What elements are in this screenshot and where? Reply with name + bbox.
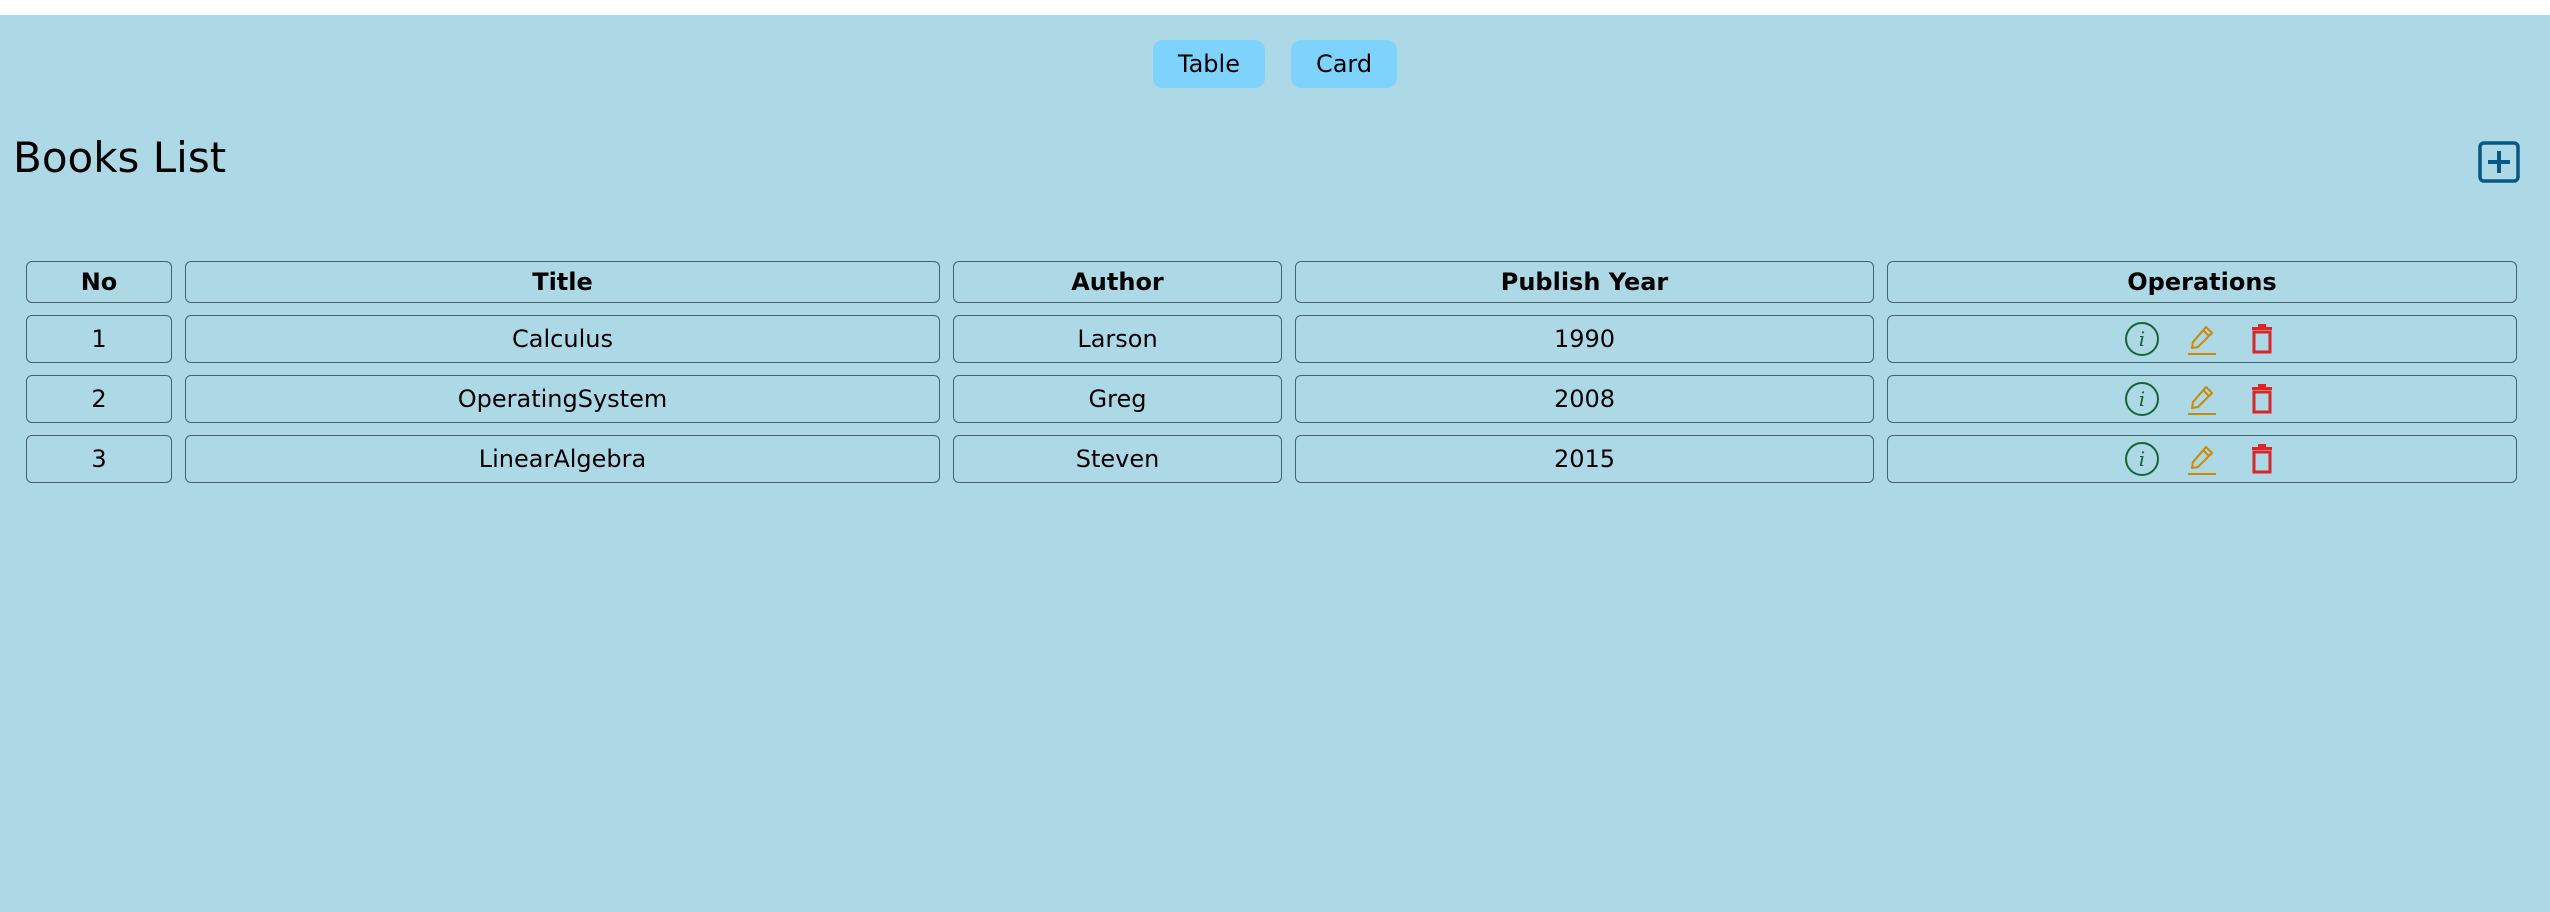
svg-text:i: i [2139,387,2145,411]
edit-pencil-icon[interactable] [2184,381,2220,417]
delete-trash-icon[interactable] [2244,381,2280,417]
add-book-button[interactable] [2478,141,2520,183]
cell-no: 2 [26,375,172,423]
cell-title: LinearAlgebra [185,435,940,483]
cell-operations: i [1887,315,2517,363]
info-circle-icon[interactable]: i [2124,441,2160,477]
cell-title: OperatingSystem [185,375,940,423]
cell-author: Larson [953,315,1282,363]
table-row: 3 LinearAlgebra Steven 2015 i [26,435,2517,483]
delete-trash-icon[interactable] [2244,441,2280,477]
column-header-author: Author [953,261,1282,303]
cell-publish-year: 2015 [1295,435,1874,483]
column-header-title: Title [185,261,940,303]
page-background: Table Card Books List No Title Author Pu… [0,15,2550,912]
svg-text:i: i [2139,327,2145,351]
cell-author: Greg [953,375,1282,423]
view-toggle: Table Card [0,40,2550,88]
info-circle-icon[interactable]: i [2124,381,2160,417]
cell-operations: i [1887,375,2517,423]
column-header-publish-year: Publish Year [1295,261,1874,303]
page-title: Books List [13,133,227,182]
cell-operations: i [1887,435,2517,483]
table-view-button[interactable]: Table [1152,40,1265,88]
books-table: No Title Author Publish Year Operations … [13,249,2530,495]
card-view-button[interactable]: Card [1290,40,1398,88]
column-header-operations: Operations [1887,261,2517,303]
cell-publish-year: 1990 [1295,315,1874,363]
info-circle-icon[interactable]: i [2124,321,2160,357]
cell-no: 3 [26,435,172,483]
table-row: 1 Calculus Larson 1990 i [26,315,2517,363]
cell-publish-year: 2008 [1295,375,1874,423]
delete-trash-icon[interactable] [2244,321,2280,357]
cell-title: Calculus [185,315,940,363]
edit-pencil-icon[interactable] [2184,321,2220,357]
svg-text:i: i [2139,447,2145,471]
column-header-no: No [26,261,172,303]
cell-no: 1 [26,315,172,363]
edit-pencil-icon[interactable] [2184,441,2220,477]
table-header-row: No Title Author Publish Year Operations [26,261,2517,303]
plus-square-icon [2478,141,2520,183]
table-row: 2 OperatingSystem Greg 2008 i [26,375,2517,423]
cell-author: Steven [953,435,1282,483]
